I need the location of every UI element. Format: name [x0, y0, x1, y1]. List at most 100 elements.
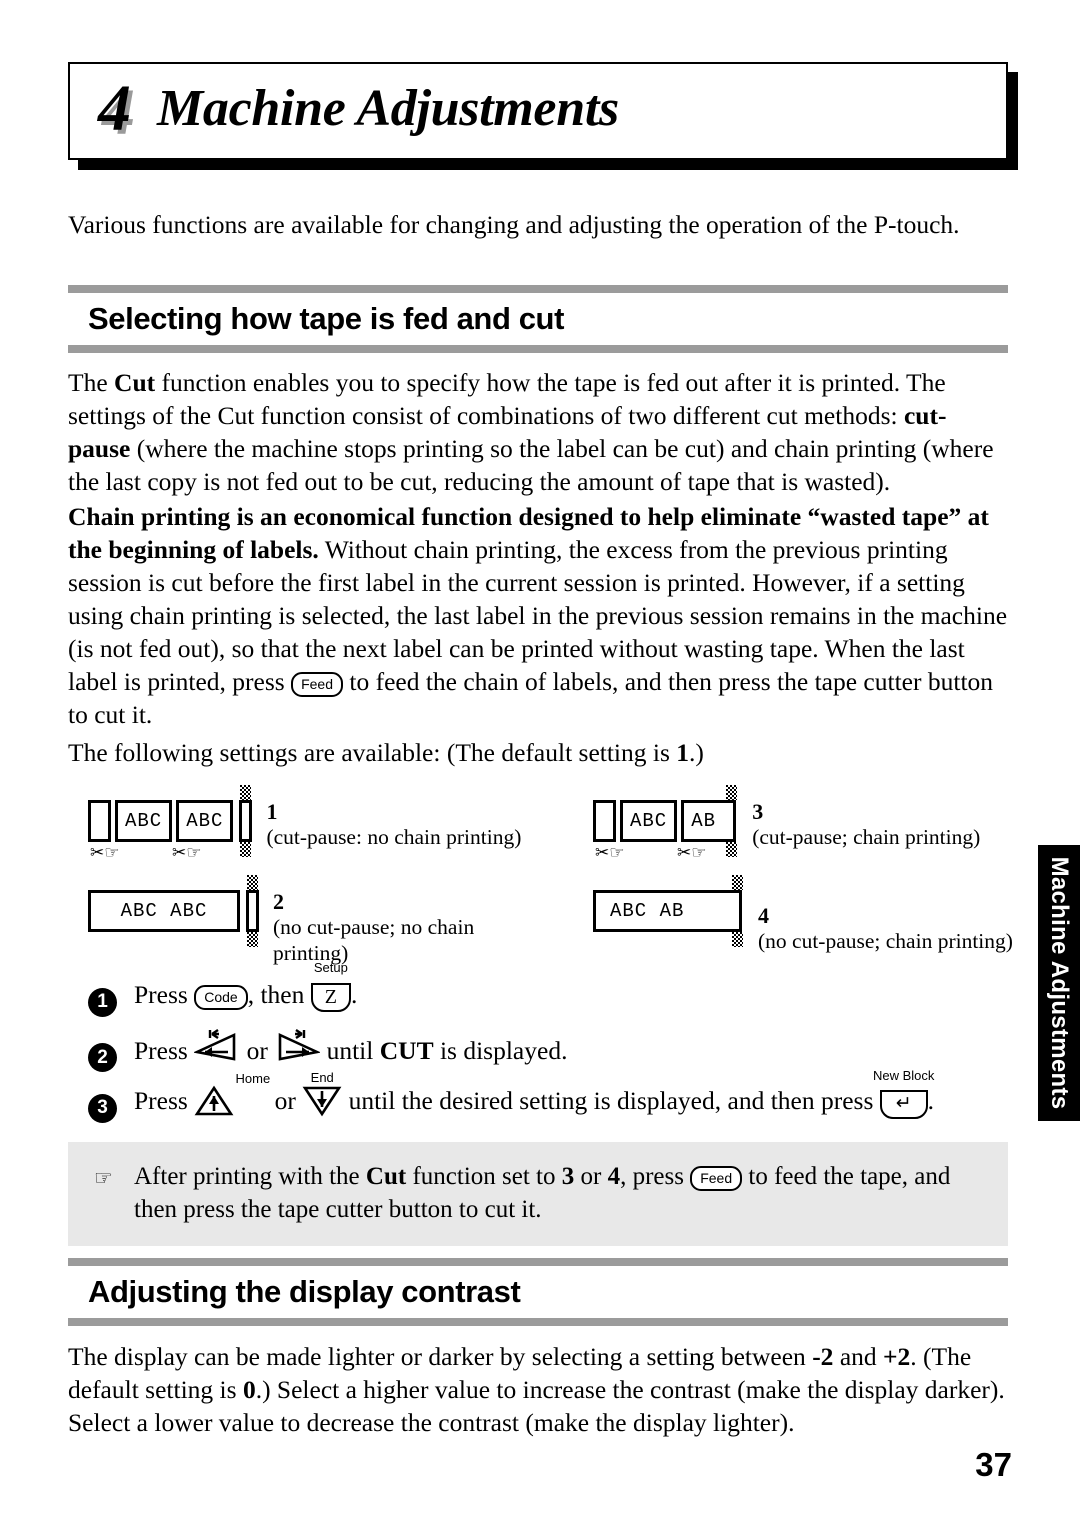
code-key[interactable]: Code — [194, 985, 248, 1010]
step-bullet: 1 — [88, 987, 117, 1017]
step3-end: . — [927, 1086, 935, 1115]
avail-post: .) — [689, 738, 704, 767]
note-bold-cut: Cut — [365, 1163, 407, 1190]
tape-hatch-top — [726, 785, 738, 800]
cut-setting-number: 4 — [758, 903, 769, 928]
tape-strip: ABC AB — [593, 785, 738, 857]
step3-mid: or — [268, 1086, 303, 1115]
scissors-hand-icon: ✂☞ — [172, 843, 202, 863]
cut-setting-number: 3 — [752, 799, 764, 824]
cut-setting-4: ABC AB 4 (no cut-pause; chain printing) — [593, 875, 1013, 955]
step3-post: until the desired setting is displayed, … — [342, 1086, 880, 1115]
z-key-cluster[interactable]: Setup Z — [310, 961, 351, 1012]
note-mid2: or — [574, 1163, 608, 1190]
tape-strip: ABC ABC — [88, 785, 253, 857]
note-mid3: , press — [620, 1163, 691, 1190]
section-heading-tape-feed: Selecting how tape is fed and cut — [68, 285, 1008, 353]
tape-hatch-top — [240, 785, 252, 800]
p1-pre: The — [68, 368, 115, 397]
intro-paragraph: Various functions are available for chan… — [68, 210, 960, 239]
cut-emphasis: CUT — [379, 1035, 434, 1065]
note-box: ☞ After printing with the Cut function s… — [68, 1142, 1008, 1246]
cut-settings-diagram-row-1: ABC ABC ✂☞ ✂☞ 1 (cut-pause: no chain pri… — [88, 785, 1028, 865]
cut-setting-description: (no cut-pause; no chain printing) — [273, 915, 475, 965]
tape-label-segment-clipped: AB — [681, 800, 726, 842]
cut-settings-diagram-row-2: ABC ABC 2 (no cut-pause; no chain printi… — [88, 875, 1028, 966]
down-arrow-key-icon[interactable] — [302, 1085, 342, 1117]
cut-setting-1: ABC ABC ✂☞ ✂☞ 1 (cut-pause: no chain pri… — [88, 785, 593, 865]
z-key[interactable]: Z — [310, 983, 351, 1012]
avail-bold-default: 1 — [676, 738, 690, 767]
note-text: After printing with the Cut function set… — [134, 1160, 982, 1226]
enter-key-cluster[interactable]: New Block ↵ — [873, 1069, 934, 1119]
step-1-text: Press Code, then Setup Z. — [134, 961, 1028, 1012]
note-bold-4: 4 — [607, 1163, 621, 1190]
chapter-side-tab: Machine Adjustments — [1038, 845, 1080, 1121]
chapter-title: Machine Adjustments — [157, 80, 619, 137]
step2-mid: or — [240, 1035, 275, 1065]
tape-end-marker — [246, 875, 259, 947]
avail-pre: The following settings are available: (T… — [68, 738, 677, 767]
c-bold-zero: 0 — [242, 1375, 256, 1404]
heading-rule-bottom — [68, 345, 1008, 353]
left-arrow-key-icon[interactable] — [192, 1028, 240, 1063]
tape-illustration-1: ABC ABC ✂☞ ✂☞ — [88, 785, 253, 865]
diagram-row: ABC ABC 2 (no cut-pause; no chain printi… — [88, 875, 1028, 966]
step1-post: . — [350, 980, 358, 1009]
cut-setting-number: 1 — [266, 799, 278, 824]
step-bullet: 3 — [88, 1093, 117, 1123]
home-label: Home — [235, 1071, 271, 1086]
step1-pre: Press — [134, 980, 195, 1009]
tape-label-segment: ABC — [115, 800, 173, 842]
heading-rule-bottom — [68, 1318, 1008, 1326]
cut-setting-description: (no cut-pause; chain printing) — [758, 929, 1013, 953]
cut-setting-description: (cut-pause: no chain printing) — [266, 825, 522, 849]
enter-key[interactable]: ↵ — [879, 1090, 928, 1119]
c-pre: The display can be made lighter or darke… — [68, 1342, 813, 1371]
tape-end-bar — [246, 890, 259, 932]
tape-strip: ABC ABC — [88, 875, 259, 947]
side-tab-label: Machine Adjustments — [1046, 856, 1073, 1110]
tape-end-bar — [239, 800, 253, 842]
step-bullet: 2 — [88, 1043, 117, 1072]
feed-key-note[interactable]: Feed — [690, 1166, 743, 1191]
note-mid1: function set to — [406, 1163, 562, 1190]
cut-function-paragraph-2: Chain printing is an economical function… — [68, 500, 1008, 731]
up-arrow-key-icon[interactable] — [194, 1085, 234, 1117]
chapter-number: 4 — [98, 72, 131, 145]
cut-setting-number: 2 — [273, 889, 284, 914]
end-label: End — [310, 1070, 334, 1085]
new-block-label: New Block — [872, 1068, 935, 1083]
section-title-text: Adjusting the display contrast — [88, 1274, 521, 1309]
page-number: 37 — [975, 1446, 1012, 1483]
note-bold-3: 3 — [561, 1163, 575, 1190]
cut-setting-3-label: 3 (cut-pause; chain printing) — [752, 800, 980, 850]
paragraph-cut-description: The Cut function enables you to specify … — [68, 366, 1008, 498]
cut-setting-description: (cut-pause; chain printing) — [752, 825, 981, 849]
step-2-text: Press or until CUT is displayed. — [134, 1028, 1028, 1068]
chapter-header: 4 Machine Adjustments — [68, 62, 1018, 170]
cut-marks-group — [88, 933, 259, 955]
cut-setting-4-label: 4 (no cut-pause; chain printing) — [758, 890, 1013, 954]
diagram-row: ABC ABC ✂☞ ✂☞ 1 (cut-pause: no chain pri… — [88, 785, 1028, 865]
down-arrow-key-cluster[interactable]: End — [302, 1071, 342, 1118]
tape-illustration-4: ABC AB — [593, 875, 744, 955]
tape-label-segment: ABC — [620, 800, 678, 842]
feed-key-inline[interactable]: Feed — [291, 672, 343, 697]
tape-end-marker — [239, 785, 253, 857]
step3-pre: Press — [134, 1086, 195, 1115]
tape-illustration-3: ABC AB ✂☞ ✂☞ — [593, 785, 738, 865]
tape-hatch-top — [247, 875, 258, 890]
scissors-hand-icon: ✂☞ — [90, 843, 120, 863]
cut-setting-1-label: 1 (cut-pause: no chain printing) — [266, 800, 521, 850]
right-arrow-key-icon[interactable] — [274, 1028, 322, 1063]
step2-pre: Press — [134, 1035, 195, 1065]
pointing-hand-icon: ☞ — [94, 1166, 113, 1190]
up-arrow-key-cluster[interactable]: Home — [194, 1072, 270, 1118]
tape-leader-blank — [88, 800, 111, 842]
heading-rule-top — [68, 285, 1008, 293]
scissors-hand-icon: ✂☞ — [595, 843, 625, 863]
setup-label: Setup — [313, 960, 348, 975]
paragraph-chain-printing: Chain printing is an economical function… — [68, 500, 1008, 731]
cut-setting-3: ABC AB ✂☞ ✂☞ 3 (cut-pause; chain printin… — [593, 785, 980, 865]
